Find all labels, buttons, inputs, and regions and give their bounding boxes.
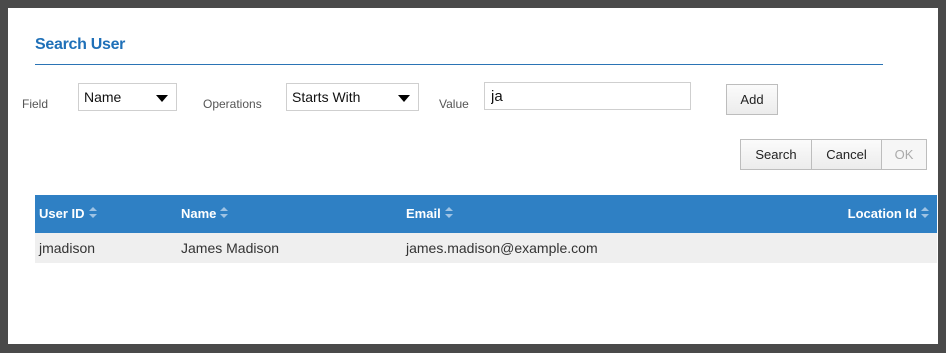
- table-row[interactable]: jmadison James Madison james.madison@exa…: [35, 233, 937, 263]
- operations-label: Operations: [203, 97, 262, 111]
- field-label: Field: [22, 97, 49, 111]
- cancel-button[interactable]: Cancel: [811, 139, 882, 170]
- value-input[interactable]: [484, 82, 691, 110]
- add-button[interactable]: Add: [726, 84, 778, 115]
- sort-icon: [88, 207, 97, 219]
- title-divider: [35, 64, 883, 65]
- column-header-email[interactable]: Email: [406, 195, 453, 233]
- chevron-down-icon: [156, 95, 168, 102]
- ok-button[interactable]: OK: [881, 139, 927, 170]
- table-header: User ID Name Email Location Id: [35, 195, 937, 233]
- dialog-title: Search User: [35, 36, 126, 53]
- column-header-name[interactable]: Name: [181, 195, 229, 233]
- operations-select-value: Starts With: [292, 89, 361, 105]
- results-table: User ID Name Email Location Id jmadison …: [35, 195, 937, 263]
- sort-icon: [921, 207, 929, 219]
- backdrop: Search User Field Name Operations Starts…: [0, 0, 946, 353]
- column-header-user-id[interactable]: User ID: [39, 195, 97, 233]
- operations-select[interactable]: Starts With: [286, 83, 419, 111]
- search-user-dialog: Search User Field Name Operations Starts…: [8, 8, 938, 344]
- value-label: Value: [439, 97, 469, 111]
- column-header-location-id[interactable]: Location Id: [848, 195, 929, 233]
- cell-name: James Madison: [181, 240, 280, 256]
- sort-icon: [220, 207, 229, 219]
- field-select-value: Name: [84, 89, 122, 105]
- chevron-down-icon: [398, 95, 410, 102]
- cell-email: james.madison@example.com: [406, 240, 598, 256]
- sort-icon: [444, 207, 453, 219]
- search-button[interactable]: Search: [740, 139, 812, 170]
- cell-user-id: jmadison: [39, 240, 96, 256]
- field-select[interactable]: Name: [78, 83, 177, 111]
